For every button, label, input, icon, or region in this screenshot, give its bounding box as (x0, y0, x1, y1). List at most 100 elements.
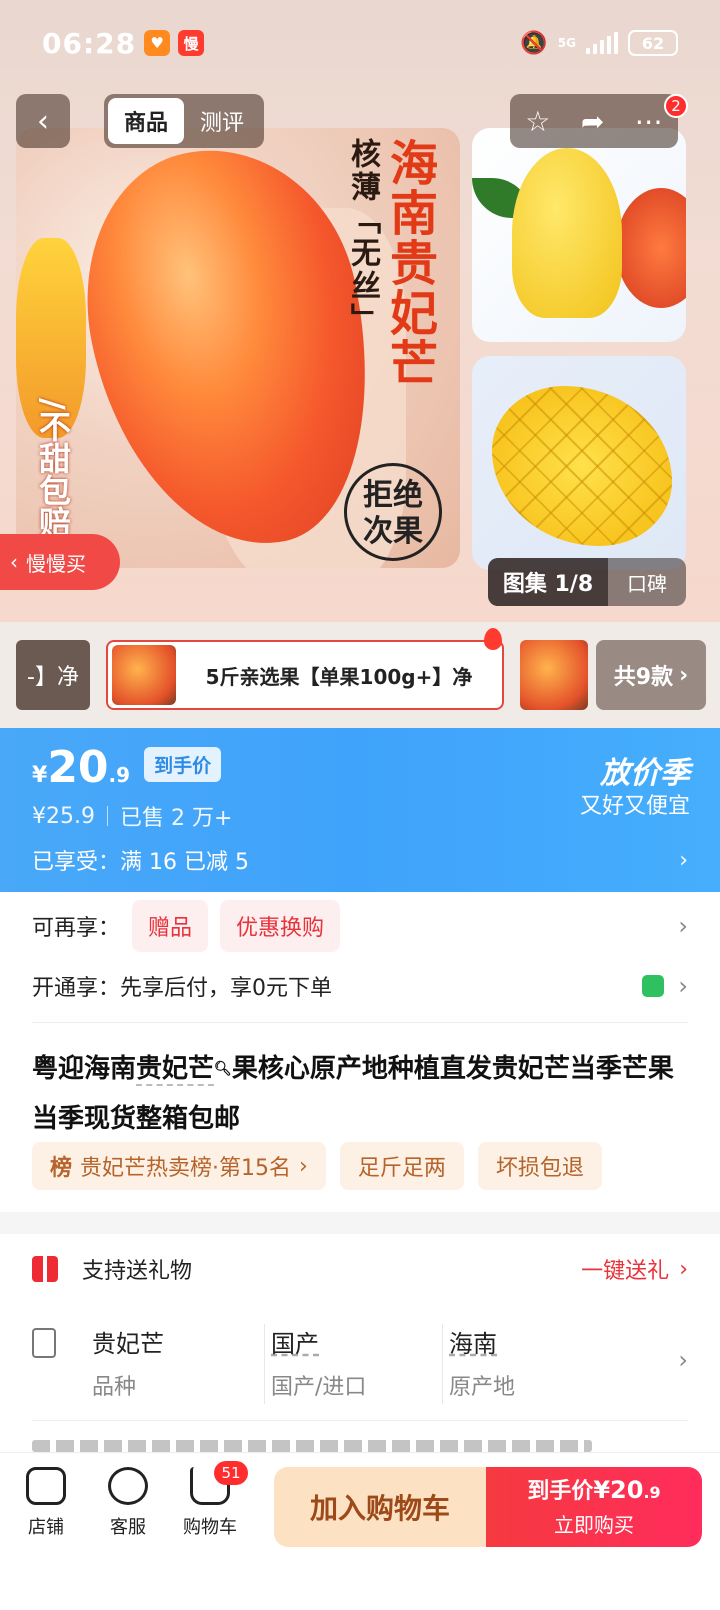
share-icon[interactable]: ➦ (581, 105, 604, 138)
more-icon[interactable]: ⋯ (635, 105, 663, 138)
app-notification-icon-slow: 慢 (178, 30, 205, 56)
buy-now-label: 立即购买 (554, 1513, 634, 1537)
photo-title: 海南贵妃芒 (381, 138, 437, 388)
sku-label: 5斤亲选果【单果100g+】净 (205, 664, 473, 689)
quality-seal: 拒绝 次果 (344, 463, 442, 561)
search-icon[interactable]: 🔍︎ (214, 1061, 232, 1077)
side-photo-cubed[interactable] (472, 356, 686, 570)
chevron-right-icon: › (678, 1346, 688, 1374)
partially-hidden-row (32, 1440, 688, 1452)
final-price: ¥ 20 .9 到手价 (32, 742, 222, 793)
buy-price: ¥20 (593, 1476, 644, 1504)
cubed-mango-image (492, 386, 672, 546)
gallery-counter[interactable]: 图集 1/8 (488, 558, 608, 606)
full-weight-tag: 足斤足两 (339, 1142, 464, 1190)
chevron-right-icon: › (678, 912, 688, 940)
document-icon (32, 1328, 56, 1358)
mute-bell-icon: 🔕 (520, 30, 548, 56)
seal-line-1: 拒绝 (363, 478, 423, 513)
product-gallery[interactable]: 06:28 ♥ 慢 🔕 5G 62 核薄「无丝」 海南贵妃芒 /不甜包赔 拒绝 … (0, 0, 720, 640)
section-gap (0, 1212, 720, 1234)
chevron-right-icon: › (678, 972, 688, 1000)
status-bar: 06:28 ♥ 慢 🔕 5G 62 (0, 0, 720, 86)
status-indicators: 🔕 5G 62 (520, 30, 678, 56)
chevron-right-icon: › (679, 662, 689, 688)
cart-label: 购物车 (183, 1517, 237, 1538)
attribute-key: 原产地 (449, 1375, 516, 1400)
divider (32, 1420, 688, 1421)
chevron-left-icon: ‹ (10, 550, 18, 574)
chevron-right-icon: › (679, 847, 688, 873)
attribute-key: 国产/进口 (271, 1375, 367, 1400)
attributes-row[interactable]: 贵妃芒 品种 国产 国产/进口 海南 原产地 › (32, 1324, 688, 1414)
status-time: 06:28 (42, 26, 137, 60)
title-keyword-link[interactable]: 贵妃芒 (136, 1054, 215, 1086)
gift-pill[interactable]: 赠品 (132, 900, 209, 952)
attribute-value[interactable]: 海南 (449, 1324, 620, 1359)
sku-all-button[interactable]: 共9款 › (596, 640, 706, 710)
star-icon[interactable]: ☆ (525, 105, 550, 138)
attribute-variety: 贵妃芒 品种 (86, 1324, 264, 1404)
title-prefix: 粤迎海南 (32, 1054, 137, 1084)
reviews-gallery-tab[interactable]: 口碑 (608, 568, 686, 597)
original-price: ¥25.9 (32, 803, 95, 829)
product-tags: 榜 贵妃芒热卖榜·第15名 › 足斤足两 坏损包退 (32, 1142, 602, 1190)
attribute-origin: 海南 原产地 (442, 1324, 620, 1404)
sku-selector: -】净 5斤亲选果【单果100g+】净 共9款 › (0, 622, 720, 728)
shop-label: 店铺 (28, 1517, 64, 1538)
side-photo-peeled[interactable] (472, 128, 686, 342)
shopping-bag-icon (642, 975, 665, 997)
price-decimal: .9 (108, 763, 131, 787)
hot-flame-icon (484, 628, 502, 650)
photo-side-text: /不甜包赔 (34, 398, 72, 538)
buy-price-label: 到手价 (527, 1479, 594, 1504)
sku-count-label: 共9款 (613, 665, 674, 690)
promo-subtitle: 又好又便宜 (579, 794, 690, 819)
attribute-value[interactable]: 国产 (271, 1324, 442, 1359)
rank-icon: 榜 (50, 1156, 73, 1181)
product-title: 粤迎海南贵妃芒🔍︎果核心原产地种植直发贵妃芒当季芒果当季现货整箱包邮 (32, 1044, 688, 1144)
add-to-cart-button[interactable]: 加入购物车 (274, 1467, 486, 1547)
main-product-photo[interactable]: 核薄「无丝」 海南贵妃芒 /不甜包赔 拒绝 次果 (16, 128, 460, 568)
gift-row[interactable]: 支持送礼物 一键送礼 › (32, 1244, 688, 1294)
extra-offers-label: 可再享： (32, 916, 121, 941)
slow-buy-button[interactable]: ‹ 慢慢买 (0, 534, 120, 590)
gift-label: 支持送礼物 (82, 1259, 193, 1284)
back-button[interactable]: ‹ (16, 94, 70, 148)
rank-text: 贵妃芒热卖榜·第15名 (80, 1156, 292, 1181)
seal-line-2: 次果 (363, 514, 423, 549)
buy-price-line: 到手价¥20.9 (486, 1473, 702, 1505)
extra-offers-row[interactable]: 可再享： 赠品 优惠换购 › (32, 900, 688, 952)
service-icon (108, 1467, 148, 1505)
network-type: 5G (557, 36, 576, 50)
exchange-pill[interactable]: 优惠换购 (220, 900, 341, 952)
obscured-text (32, 1440, 592, 1452)
chevron-right-icon: › (679, 1256, 688, 1282)
customer-service-button[interactable]: 客服 (88, 1467, 168, 1539)
tab-product[interactable]: 商品 (108, 98, 184, 144)
discount-text: 已享受：满 16 已减 5 (32, 850, 249, 875)
message-badge: 2 (664, 94, 688, 118)
sku-option-next[interactable] (520, 640, 588, 710)
battery-icon: 62 (628, 30, 678, 56)
gift-icon (32, 1256, 58, 1282)
attribute-value: 贵妃芒 (92, 1330, 164, 1358)
send-gift-link[interactable]: 一键送礼 (581, 1253, 669, 1285)
sku-option-prev[interactable]: -】净 (16, 640, 90, 710)
discount-row[interactable]: 已享受：满 16 已减 5 › (32, 844, 688, 876)
pay-later-row[interactable]: 开通享： 先享后付，享0元下单 › (32, 964, 688, 1008)
slow-buy-label: 慢慢买 (26, 551, 86, 576)
app-notification-icon: ♥ (144, 30, 171, 56)
attribute-origin-type: 国产 国产/进口 (264, 1324, 442, 1404)
gallery-switcher[interactable]: 图集 1/8 口碑 (488, 558, 686, 606)
original-price-row: ¥25.9 已售 2 万+ (32, 800, 232, 832)
sold-count: 已售 2 万+ (119, 806, 233, 831)
rank-tag[interactable]: 榜 贵妃芒热卖榜·第15名 › (32, 1142, 326, 1190)
buy-now-button[interactable]: 到手价¥20.9 立即购买 (486, 1467, 702, 1547)
sku-option-selected[interactable]: 5斤亲选果【单果100g+】净 (106, 640, 504, 710)
price-currency: ¥ (32, 763, 48, 788)
cart-button[interactable]: 51 购物车 (170, 1461, 250, 1539)
header-tabs: 商品 测评 (104, 94, 264, 148)
tab-reviews[interactable]: 测评 (184, 98, 260, 144)
shop-button[interactable]: 店铺 (6, 1467, 86, 1539)
